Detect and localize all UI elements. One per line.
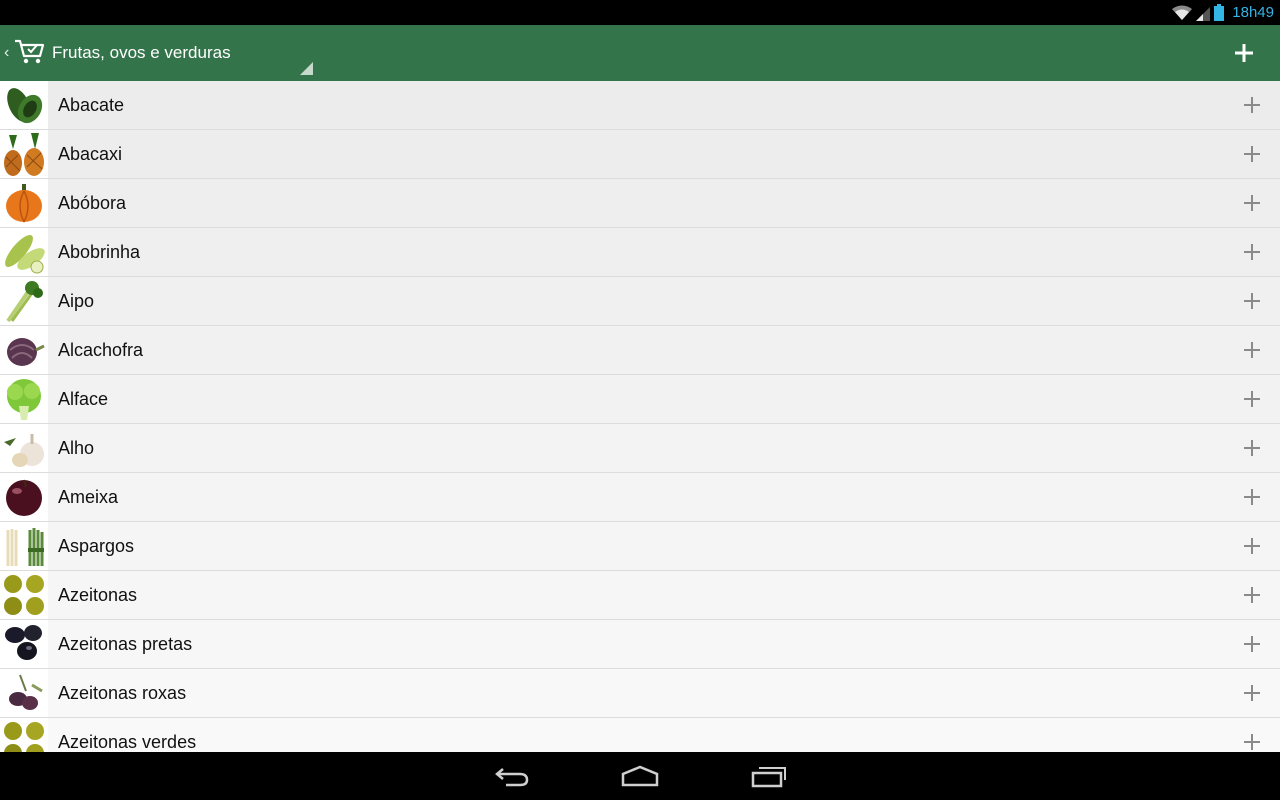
garlic-icon	[0, 424, 48, 472]
signal-icon	[1196, 5, 1211, 21]
item-label: Abóbora	[58, 192, 127, 213]
list-item[interactable]: Abacaxi	[0, 130, 1280, 179]
plus-icon[interactable]	[1244, 636, 1260, 652]
list-item[interactable]: Abóbora	[0, 179, 1280, 228]
plus-icon[interactable]	[1244, 146, 1260, 162]
recent-apps-icon	[751, 767, 786, 788]
list-item[interactable]: Alface	[0, 375, 1280, 424]
avocado-icon	[0, 81, 48, 129]
plus-icon[interactable]	[1244, 734, 1260, 750]
pumpkin-icon	[0, 179, 48, 227]
list-item[interactable]: Aspargos	[0, 522, 1280, 571]
shopping-cart-icon	[14, 37, 46, 70]
list-item[interactable]: Azeitonas	[0, 571, 1280, 620]
item-label: Azeitonas roxas	[58, 682, 187, 703]
item-label: Ameixa	[58, 486, 119, 507]
spinner-dropdown-icon	[300, 62, 313, 75]
artichoke-icon	[0, 326, 48, 374]
item-label: Azeitonas verdes	[58, 731, 197, 752]
list-item[interactable]: Abacate	[0, 81, 1280, 130]
item-label: Abacate	[58, 94, 125, 115]
green-olives-icon	[0, 571, 48, 619]
plus-icon[interactable]	[1244, 489, 1260, 505]
plus-icon[interactable]	[1244, 685, 1260, 701]
list-item[interactable]: Azeitonas pretas	[0, 620, 1280, 669]
lettuce-icon	[0, 375, 48, 423]
list-item[interactable]: Alho	[0, 424, 1280, 473]
plus-icon[interactable]	[1244, 244, 1260, 260]
plus-icon[interactable]	[1244, 293, 1260, 309]
wifi-icon	[1172, 5, 1193, 21]
plus-icon[interactable]	[1244, 391, 1260, 407]
item-label: Alface	[58, 388, 109, 409]
back-caret-icon: ‹	[4, 44, 10, 61]
purple-olives-icon	[0, 669, 48, 717]
item-label: Aspargos	[58, 535, 135, 556]
up-navigation-spinner[interactable]: ‹ Frutas, ovos e verduras	[0, 25, 231, 81]
clock: 18h49	[1232, 4, 1274, 21]
green-olives-icon	[0, 718, 48, 752]
list-item[interactable]: Aipo	[0, 277, 1280, 326]
plus-icon[interactable]	[1244, 342, 1260, 358]
pineapple-icon	[0, 130, 48, 178]
status-bar: 18h49	[0, 0, 1280, 25]
action-bar: ‹ Frutas, ovos e verduras	[0, 25, 1280, 81]
list-item[interactable]: Abobrinha	[0, 228, 1280, 277]
plus-icon[interactable]	[1244, 587, 1260, 603]
page-title: Frutas, ovos e verduras	[52, 43, 231, 62]
navigation-bar	[0, 752, 1280, 800]
item-label: Aipo	[58, 290, 95, 311]
list-item[interactable]: Ameixa	[0, 473, 1280, 522]
plum-icon	[0, 473, 48, 521]
back-button[interactable]	[494, 764, 530, 793]
item-label: Abacaxi	[58, 143, 123, 164]
recent-apps-button[interactable]	[751, 764, 787, 793]
celery-icon	[0, 277, 48, 325]
black-olives-icon	[0, 620, 48, 668]
item-label: Alcachofra	[58, 339, 144, 360]
back-icon	[495, 768, 529, 787]
plus-icon[interactable]	[1244, 538, 1260, 554]
asparagus-icon	[0, 522, 48, 570]
battery-icon	[1214, 4, 1225, 21]
add-item-button[interactable]	[1230, 39, 1258, 67]
list-item[interactable]: Alcachofra	[0, 326, 1280, 375]
item-label: Abobrinha	[58, 241, 141, 262]
home-icon	[621, 765, 659, 787]
item-label: Alho	[58, 437, 95, 458]
plus-icon[interactable]	[1244, 195, 1260, 211]
zucchini-icon	[0, 228, 48, 276]
plus-icon[interactable]	[1244, 97, 1260, 113]
product-list[interactable]: Abacate Abacaxi Abóbora Abobrinha Aipo A…	[0, 81, 1280, 752]
plus-icon	[1235, 44, 1253, 62]
item-label: Azeitonas pretas	[58, 633, 193, 654]
plus-icon[interactable]	[1244, 440, 1260, 456]
list-item[interactable]: Azeitonas roxas	[0, 669, 1280, 718]
item-label: Azeitonas	[58, 584, 138, 605]
list-item[interactable]: Azeitonas verdes	[0, 718, 1280, 752]
home-button[interactable]	[621, 764, 659, 793]
